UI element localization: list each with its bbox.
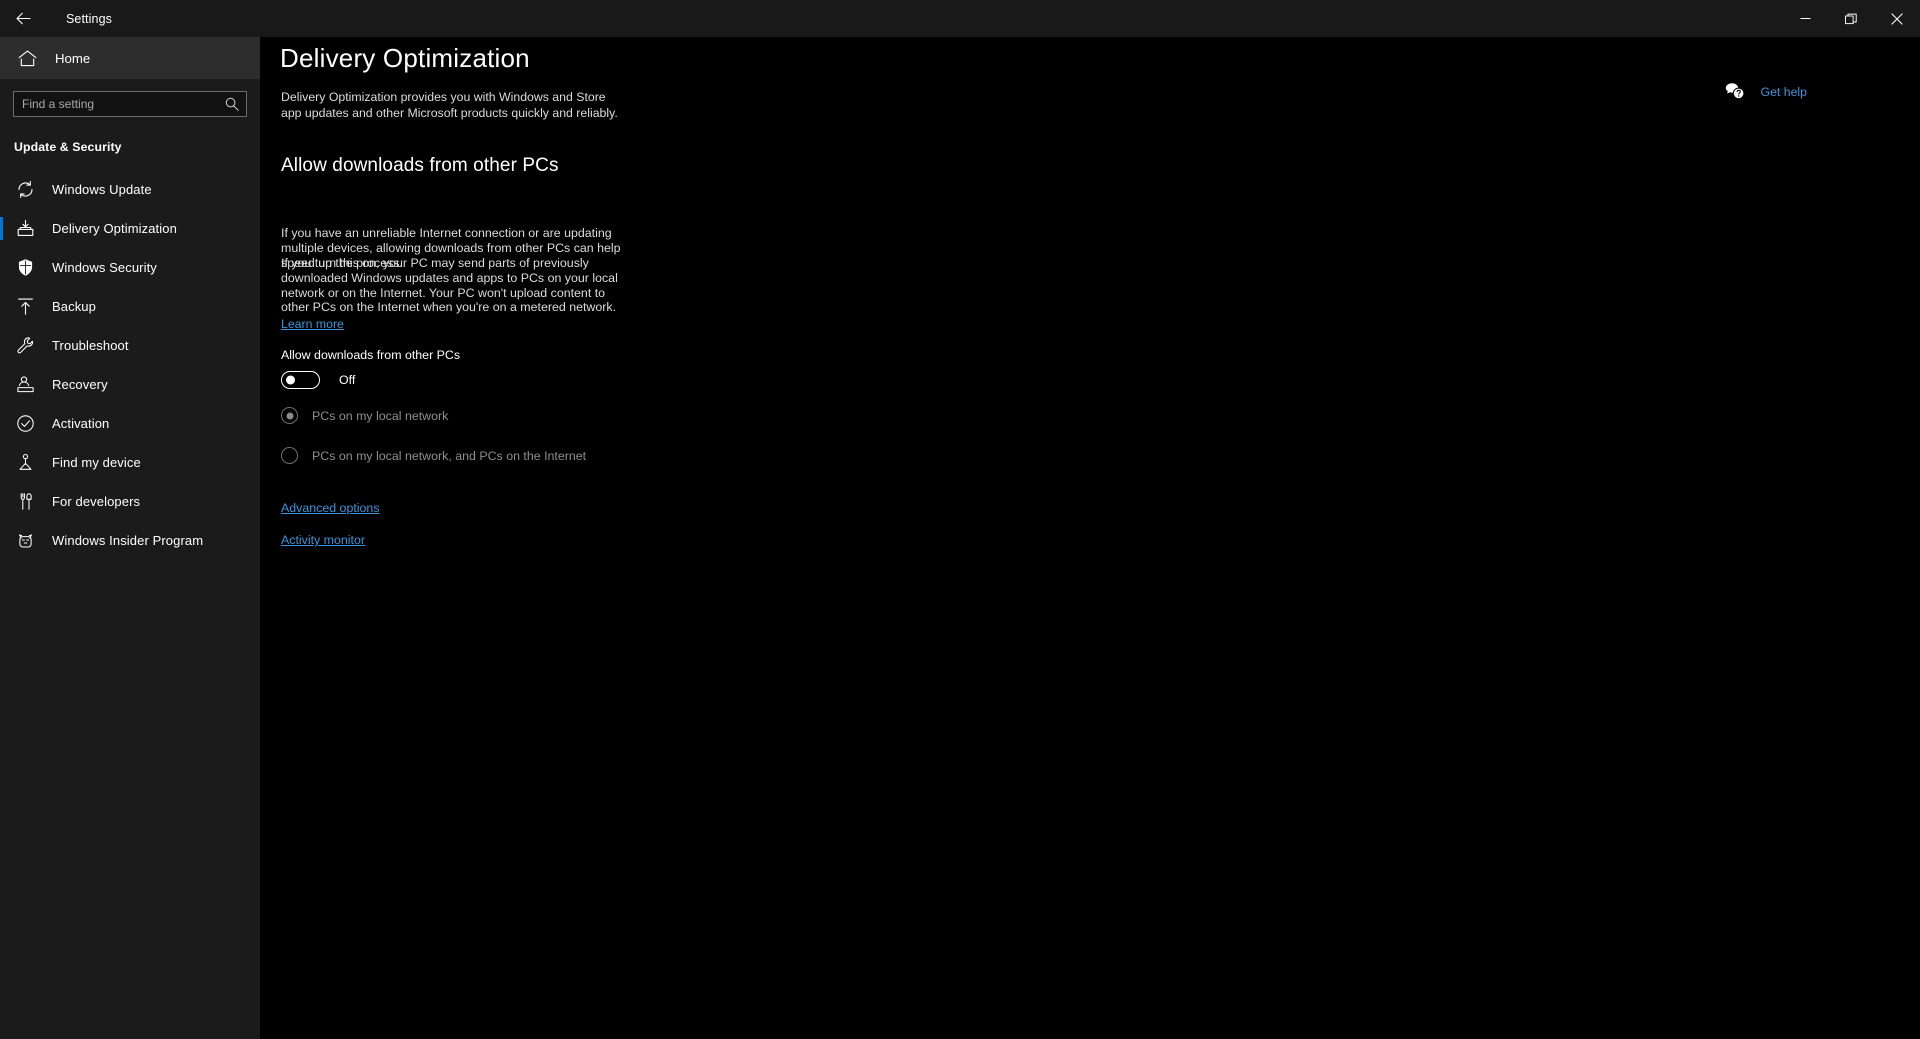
toggle-label: Allow downloads from other PCs: [281, 348, 461, 362]
sidebar-item-delivery-optimization[interactable]: Delivery Optimization: [0, 209, 260, 248]
advanced-options-link[interactable]: Advanced options: [281, 501, 380, 515]
minimize-button[interactable]: [1782, 0, 1828, 37]
search-box[interactable]: [13, 91, 247, 117]
help-chat-icon: [1725, 82, 1745, 102]
radio-option-local-network[interactable]: PCs on my local network: [281, 407, 448, 424]
person-pin-icon: [14, 452, 36, 474]
sidebar-item-troubleshoot[interactable]: Troubleshoot: [0, 326, 260, 365]
app-title: Settings: [66, 11, 112, 26]
search-input[interactable]: [14, 92, 220, 116]
allow-downloads-toggle[interactable]: [281, 371, 320, 389]
learn-more-link[interactable]: Learn more: [281, 317, 344, 331]
sidebar-nav: Windows Update Delivery Optimization Win…: [0, 170, 260, 560]
radio-button-icon[interactable]: [281, 447, 298, 464]
toggle-knob: [286, 375, 295, 385]
ninjacat-icon: [14, 530, 36, 552]
settings-window: Settings Home Find a setting Update & Se…: [0, 0, 1920, 1039]
selection-accent-bar: [0, 217, 3, 240]
close-icon: [1891, 12, 1903, 25]
upload-arrow-icon: [14, 296, 36, 318]
shield-icon: [14, 257, 36, 279]
minimize-icon: [1800, 18, 1810, 19]
check-circle-icon: [14, 413, 36, 435]
restore-button[interactable]: [1828, 0, 1874, 37]
sidebar-item-label: Windows Update: [52, 182, 152, 197]
sidebar-item-label: Find my device: [52, 455, 141, 470]
radio-dot: [286, 412, 293, 419]
back-arrow-icon: [15, 12, 31, 25]
sidebar-item-for-developers[interactable]: For developers: [0, 482, 260, 521]
sidebar-item-label: Activation: [52, 416, 110, 431]
sidebar-item-windows-insider-program[interactable]: Windows Insider Program: [0, 521, 260, 560]
radio-button-icon[interactable]: [281, 407, 298, 424]
main-content: Delivery Optimization Delivery Optimizat…: [260, 37, 1920, 1039]
sidebar-item-label: Delivery Optimization: [52, 221, 177, 236]
sidebar: Home Update & Security: [0, 37, 260, 1039]
allow-downloads-toggle-row: Off: [281, 371, 355, 389]
section-paragraph-2: If you turn this on, your PC may send pa…: [281, 256, 618, 315]
sidebar-item-recovery[interactable]: Recovery: [0, 365, 260, 404]
back-button[interactable]: [0, 0, 46, 37]
section-title: Allow downloads from other PCs: [281, 155, 559, 176]
sidebar-item-label: Windows Security: [52, 260, 157, 275]
radio-option-label: PCs on my local network, and PCs on the …: [312, 448, 587, 463]
sidebar-group-title: Update & Security: [14, 140, 122, 154]
tools-icon: [14, 491, 36, 513]
restore-icon: [1845, 13, 1857, 24]
sidebar-item-label: Windows Insider Program: [52, 533, 204, 548]
sidebar-item-label: Backup: [52, 299, 96, 314]
sidebar-item-label: For developers: [52, 494, 141, 509]
search-icon[interactable]: [220, 92, 244, 116]
sync-icon: [14, 179, 36, 201]
title-bar-drag-area: [112, 0, 1782, 37]
sidebar-item-windows-security[interactable]: Windows Security: [0, 248, 260, 287]
home-icon: [16, 47, 38, 69]
radio-option-local-and-internet[interactable]: PCs on my local network, and PCs on the …: [281, 447, 586, 464]
sidebar-item-activation[interactable]: Activation: [0, 404, 260, 443]
get-help-label: Get help: [1760, 85, 1808, 99]
sidebar-item-label: Troubleshoot: [52, 338, 129, 353]
page-title: Delivery Optimization: [280, 43, 530, 73]
get-help-link[interactable]: Get help: [1725, 82, 1808, 102]
delivery-icon: [14, 218, 36, 240]
page-description: Delivery Optimization provides you with …: [281, 90, 618, 120]
title-bar: Settings: [0, 0, 1920, 37]
title-bar-left: Settings: [0, 0, 112, 37]
sidebar-item-label: Recovery: [52, 377, 108, 392]
recovery-icon: [14, 374, 36, 396]
sidebar-item-backup[interactable]: Backup: [0, 287, 260, 326]
close-button[interactable]: [1874, 0, 1920, 37]
wrench-icon: [14, 335, 36, 357]
toggle-state-label: Off: [339, 373, 356, 387]
sidebar-item-home[interactable]: Home: [0, 37, 260, 79]
radio-option-label: PCs on my local network: [312, 408, 449, 423]
activity-monitor-link[interactable]: Activity monitor: [281, 533, 365, 547]
search-container: [0, 79, 260, 117]
sidebar-home-label: Home: [55, 50, 91, 66]
sidebar-item-find-my-device[interactable]: Find my device: [0, 443, 260, 482]
window-controls: [1782, 0, 1920, 37]
sidebar-item-windows-update[interactable]: Windows Update: [0, 170, 260, 209]
